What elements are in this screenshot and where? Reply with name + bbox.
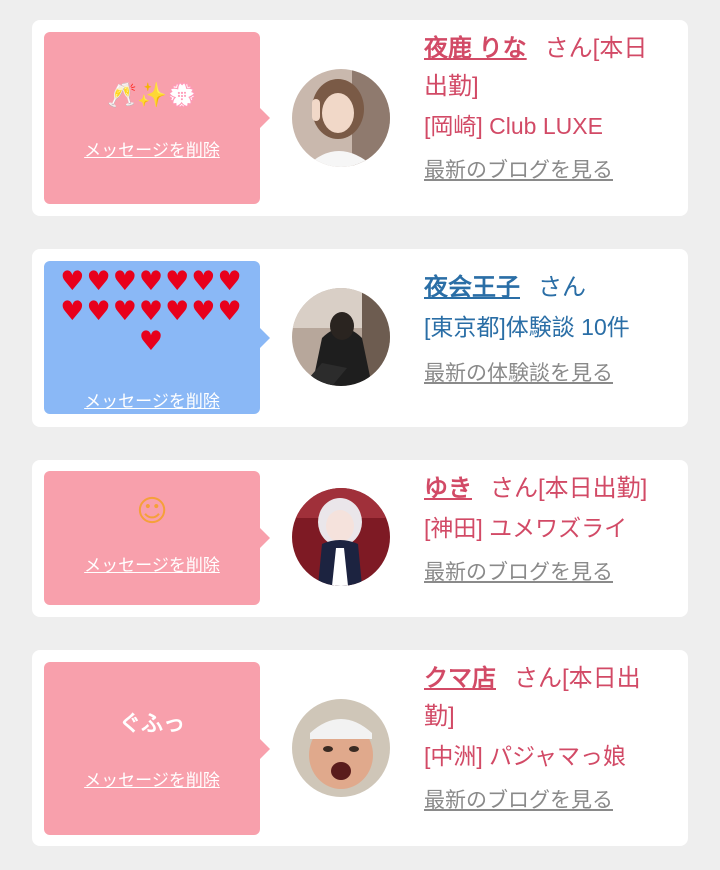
delete-message-link[interactable]: メッセージを削除 (44, 766, 260, 791)
message-text: 🥂✨💮 (107, 81, 197, 109)
message-card: ♥♥♥♥♥♥♥♥♥♥♥♥♥♥♥ メッセージを削除 夜会王子 さん [東京都]体験談… (32, 249, 688, 427)
delete-message-link[interactable]: メッセージを削除 (44, 136, 260, 161)
avatar-photo (292, 699, 390, 797)
shop-info: [神田] ユメワズライ (424, 515, 628, 541)
user-info: 夜鹿 りな さん[本日出勤] [岡崎] Club LUXE 最新のブログを見る (424, 30, 669, 186)
message-bubble: ☺ メッセージを削除 (44, 471, 270, 605)
avatar[interactable] (292, 488, 390, 586)
message-list: 🥂✨💮 メッセージを削除 夜鹿 りな さん[本日出勤] [岡崎] Club LUX… (0, 0, 720, 870)
shop-info: [岡崎] Club LUXE (424, 113, 603, 139)
message-text: ☺ (136, 494, 168, 529)
latest-blog-link[interactable]: 最新のブログを見る (424, 156, 613, 186)
message-card: 🥂✨💮 メッセージを削除 夜鹿 りな さん[本日出勤] [岡崎] Club LUX… (32, 20, 688, 216)
latest-review-link[interactable]: 最新の体験談を見る (424, 359, 613, 389)
message-bubble: ぐふっ メッセージを削除 (44, 662, 270, 835)
shop-info: [東京都]体験談 10件 (424, 314, 630, 340)
user-info: ゆき さん[本日出勤] [神田] ユメワズライ 最新のブログを見る (424, 470, 669, 588)
delete-message-link[interactable]: メッセージを削除 (44, 551, 260, 576)
latest-blog-link[interactable]: 最新のブログを見る (424, 786, 613, 816)
avatar-photo (292, 288, 390, 386)
user-name-link[interactable]: 夜鹿 りな (424, 35, 527, 62)
avatar[interactable] (292, 288, 390, 386)
avatar-photo (292, 488, 390, 586)
user-name-link[interactable]: クマ店 (424, 665, 496, 692)
user-info: 夜会王子 さん [東京都]体験談 10件 最新の体験談を見る (424, 269, 669, 389)
avatar[interactable] (292, 69, 390, 167)
avatar-photo (292, 69, 390, 167)
message-bubble: 🥂✨💮 メッセージを削除 (44, 32, 270, 204)
user-status: さん[本日出勤] (490, 475, 648, 502)
user-status: さん (538, 274, 586, 301)
message-text: ぐふっ (118, 712, 185, 737)
user-info: クマ店 さん[本日出勤] [中洲] パジャマっ娘 最新のブログを見る (424, 660, 669, 816)
user-name-link[interactable]: ゆき (424, 475, 472, 502)
message-text: ♥♥♥♥♥♥♥♥♥♥♥♥♥♥♥ (60, 266, 244, 357)
shop-info: [中洲] パジャマっ娘 (424, 743, 627, 769)
message-card: ☺ メッセージを削除 ゆき さん[本日出勤] [神田] ユメワズライ 最新のブログ… (32, 460, 688, 617)
delete-message-link[interactable]: メッセージを削除 (44, 387, 260, 412)
avatar[interactable] (292, 699, 390, 797)
message-card: ぐふっ メッセージを削除 クマ店 さん[本日出勤] [中洲] パジャマっ娘 最新の… (32, 650, 688, 846)
message-bubble: ♥♥♥♥♥♥♥♥♥♥♥♥♥♥♥ メッセージを削除 (44, 261, 270, 414)
latest-blog-link[interactable]: 最新のブログを見る (424, 558, 613, 588)
user-name-link[interactable]: 夜会王子 (424, 274, 520, 301)
